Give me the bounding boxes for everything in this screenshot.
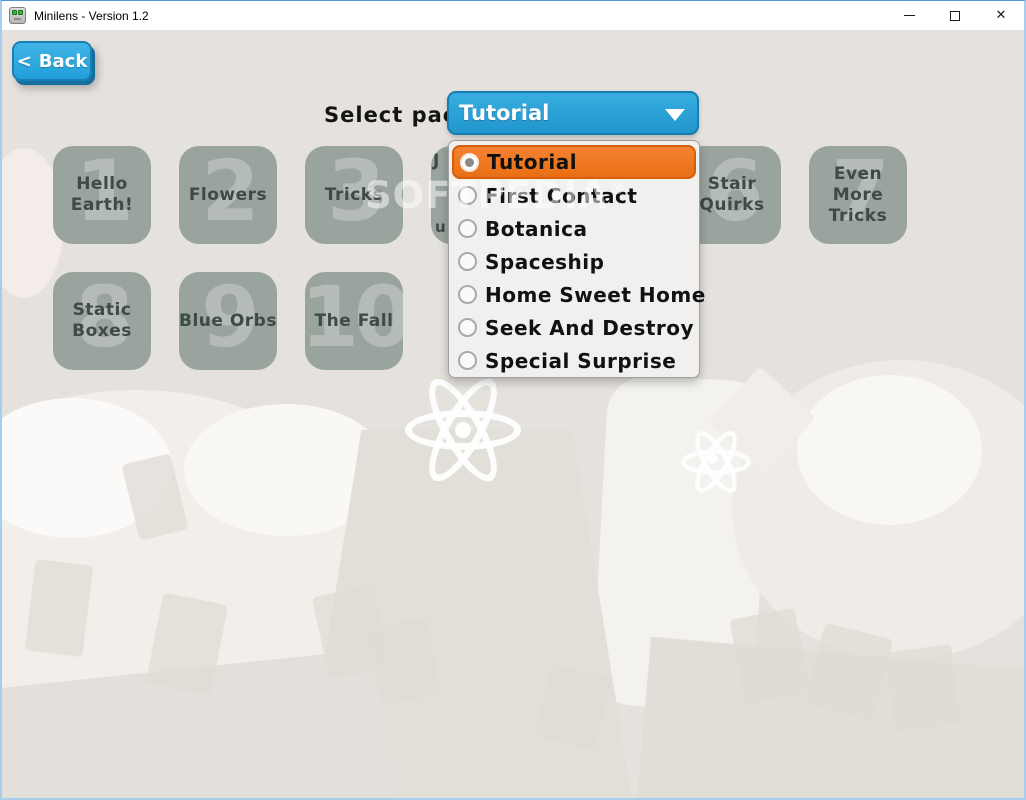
back-label: Back [38,50,88,72]
pack-option-label: First Contact [485,183,638,208]
close-button[interactable]: ✕ [978,1,1024,30]
radio-icon [458,285,477,304]
pack-option[interactable]: First Contact [449,179,699,212]
pack-option-label: Botanica [485,216,588,241]
radio-icon [458,186,477,205]
level-pack-button[interactable]: 8 Static Boxes [53,272,151,370]
window-title: Minilens - Version 1.2 [34,8,149,23]
robot-face-icon [9,7,26,24]
background-box-silhouette [24,558,94,658]
robot-eye [18,10,23,15]
level-label: Hello Earth! [70,174,134,215]
pack-dropdown-list: Tutorial First Contact Botanica Spaceshi… [448,140,705,378]
app-window: Minilens - Version 1.2 ✕ 1 Hello Earth! … [0,0,1026,800]
maximize-icon [950,10,960,21]
radio-icon [458,219,477,238]
radio-icon [460,152,479,172]
close-icon: ✕ [995,8,1007,23]
pack-option[interactable]: Home Sweet Home [449,278,705,311]
level-pack-button[interactable]: 1 Hello Earth! [53,146,151,244]
pack-option[interactable]: Seek And Destroy [449,311,699,344]
pack-option-label: Seek And Destroy [485,315,695,340]
pack-option[interactable]: Special Surprise [449,344,699,377]
back-button[interactable]: < Back [12,41,92,81]
dropdown-selected-value: Tutorial [459,101,550,125]
atom-icon [403,369,523,491]
window-controls: ✕ [886,1,1024,30]
level-label: Even More Tricks [828,163,888,226]
radio-icon [458,318,477,337]
game-area: 1 HelloEarth! 2 Flowers 3 Tricks 4 Ju 6 … [2,30,1024,798]
level-pack-button[interactable]: 2 Flowers [179,146,277,244]
back-chevron-icon: < [16,50,32,72]
level-pack-button[interactable]: 3 Tricks [305,146,403,244]
pack-option-label: Spaceship [485,249,605,274]
pack-option[interactable]: Spaceship [449,245,699,278]
pack-option[interactable]: Tutorial [452,145,696,179]
titlebar[interactable]: Minilens - Version 1.2 ✕ [2,1,1024,30]
background-cloud-shape [797,375,982,525]
background-box-silhouette [368,617,440,705]
robot-eye [12,10,17,15]
radio-icon [458,252,477,271]
robot-mouth [14,18,21,20]
background-box-silhouette [885,644,961,732]
level-pack-button[interactable]: 9 Blue Orbs [179,272,277,370]
pack-option-label: Tutorial [487,150,578,174]
level-label: Flowers [188,184,268,205]
minimize-icon [903,15,915,16]
maximize-button[interactable] [932,1,978,30]
level-label: Blue Orbs [179,310,277,331]
chevron-down-icon [665,109,685,121]
level-label: The Fall [314,310,394,331]
pack-dropdown-button[interactable]: Tutorial [447,91,699,135]
level-label: Static Boxes [72,300,132,341]
pack-option-label: Home Sweet Home [485,282,706,307]
pack-option-label: Special Surprise [485,348,677,373]
level-pack-button[interactable]: 7 Even More Tricks [809,146,907,244]
radio-icon [458,351,477,370]
minimize-button[interactable] [886,1,932,30]
level-pack-button[interactable]: 10 The Fall [305,272,403,370]
atom-icon [680,425,752,499]
level-label: Tricks [324,184,384,205]
pack-option[interactable]: Botanica [449,212,699,245]
